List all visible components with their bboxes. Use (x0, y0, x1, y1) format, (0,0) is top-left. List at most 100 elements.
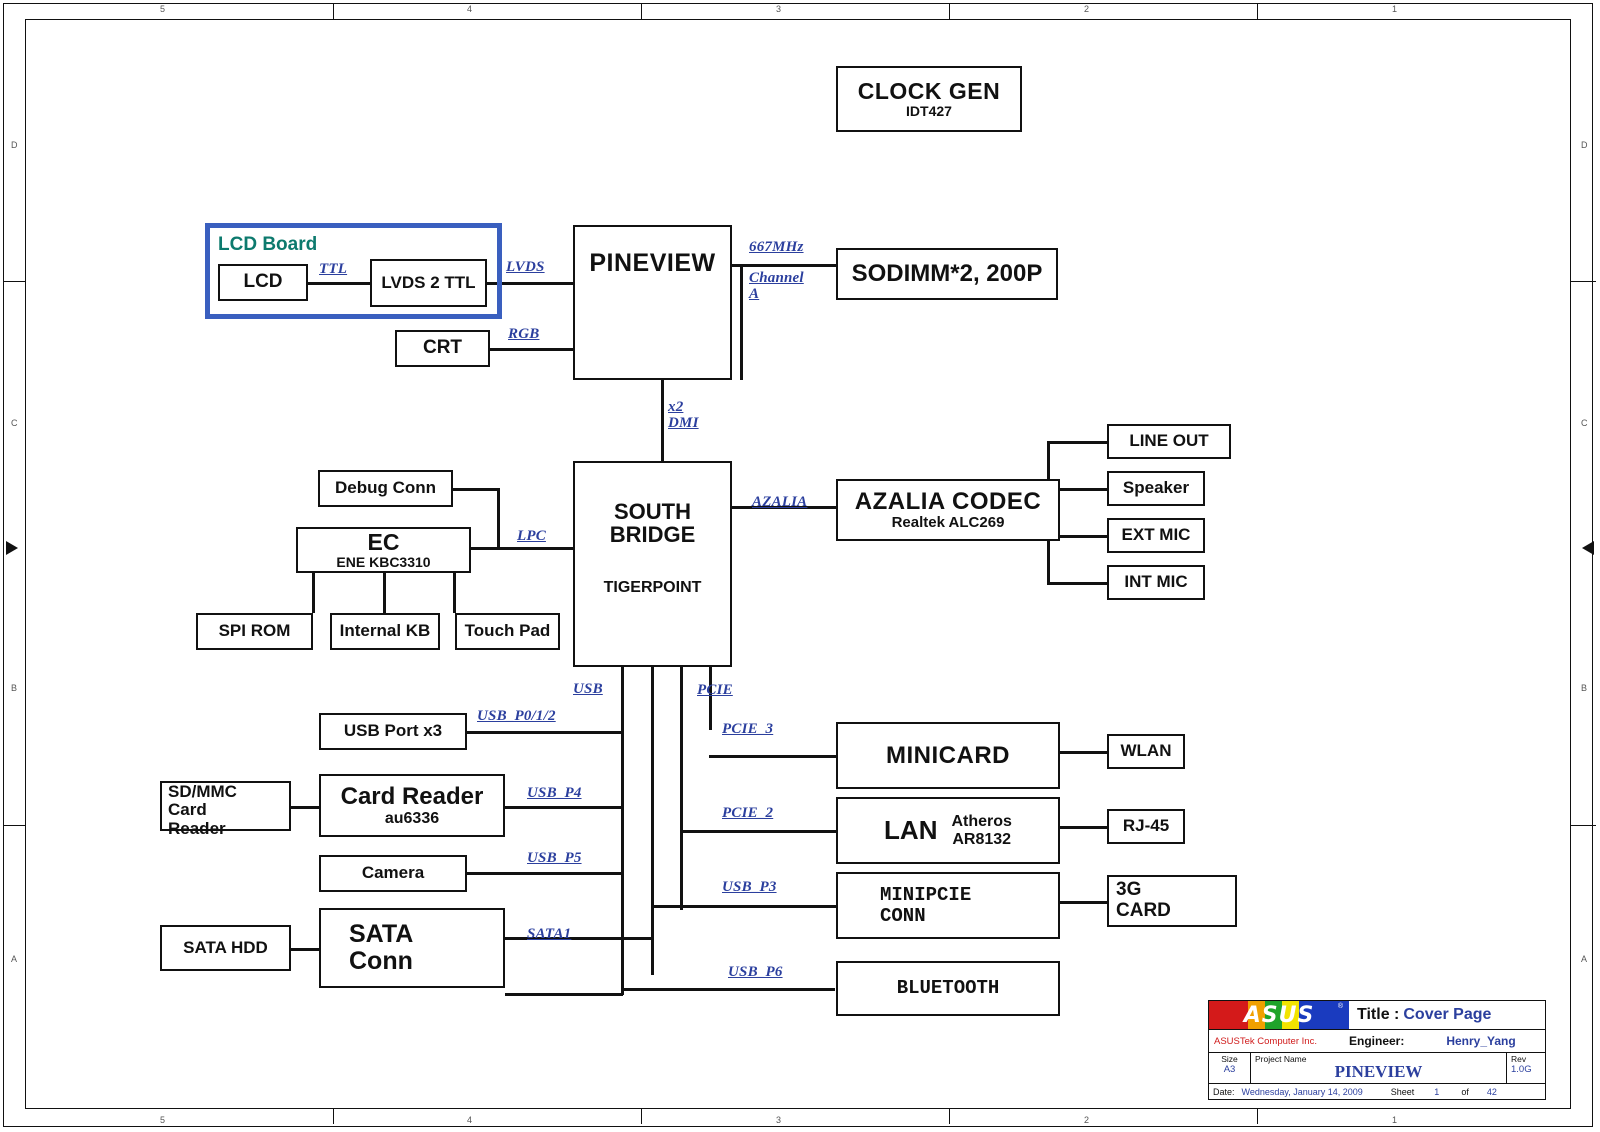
block-rj45[interactable]: RJ-45 (1107, 809, 1185, 844)
wire-pcie-bus-1 (680, 667, 683, 910)
wire-sdmmc-to-cardreader (291, 806, 319, 809)
block-sodimm[interactable]: SODIMM*2, 200P (836, 248, 1058, 300)
sd-mmc-line2: Card (168, 800, 207, 820)
sd-mmc-line3: Reader (168, 818, 226, 838)
zone-right-a: A (1581, 954, 1588, 964)
sheet-caption: Sheet (1390, 1087, 1415, 1097)
ruler-tick-top-1 (333, 4, 334, 19)
signal-usb-p4: USB_P4 (527, 785, 582, 801)
wire-cardreader-to-bus (505, 806, 623, 809)
ruler-tick-bottom-2 (641, 1109, 642, 1124)
block-internal-kb[interactable]: Internal KB (330, 613, 440, 650)
sheet-total: 42 (1486, 1087, 1497, 1097)
clock-gen-part: IDT427 (906, 102, 952, 119)
signal-sata1: SATA1 (527, 926, 572, 942)
block-card-reader[interactable]: Card Reader au6336 (319, 774, 505, 837)
azalia-codec-part: Realtek ALC269 (891, 513, 1005, 531)
block-speaker[interactable]: Speaker (1107, 471, 1205, 506)
wire-usb-bus-2 (651, 667, 654, 975)
lan-vendor: Atheros (951, 813, 1012, 831)
title-block-row-project: Size A3 Project Name PINEVIEW Rev 1.0G (1209, 1053, 1545, 1084)
lan-title: LAN (884, 815, 938, 846)
rj45-title: RJ-45 (1122, 816, 1170, 836)
block-crt[interactable]: CRT (395, 330, 490, 367)
block-azalia-codec[interactable]: AZALIA CODEC Realtek ALC269 (836, 479, 1060, 541)
block-sata-hdd[interactable]: SATA HDD (160, 925, 291, 971)
block-wlan[interactable]: WLAN (1107, 734, 1185, 769)
int-mic-title: INT MIC (1124, 572, 1188, 592)
block-lcd[interactable]: LCD (218, 264, 308, 301)
block-bluetooth[interactable]: BLUETOOTH (836, 961, 1060, 1016)
zone-tick-left-2 (3, 825, 26, 826)
block-3g-card[interactable]: 3G CARD (1107, 875, 1237, 927)
project-field: Project Name PINEVIEW (1251, 1053, 1507, 1083)
block-lvds-2-ttl[interactable]: LVDS 2 TTL (370, 259, 487, 307)
size-caption: Size (1221, 1054, 1238, 1064)
date-caption: Date: (1213, 1087, 1235, 1097)
ruler-tick-top-4 (1257, 4, 1258, 19)
zone-left-c: C (11, 418, 18, 428)
sata-hdd-title: SATA HDD (183, 937, 268, 957)
minipcie-line1: MINIPCIE (880, 883, 972, 906)
ec-title: EC (367, 529, 400, 556)
block-sd-mmc-card-reader[interactable]: SD/MMC Card Reader (160, 781, 291, 838)
size-field: Size A3 (1209, 1053, 1251, 1083)
block-lan[interactable]: LAN Atheros AR8132 (836, 797, 1060, 864)
wire-debugconn-h (453, 488, 499, 491)
block-south-bridge[interactable]: SOUTH BRIDGE TIGERPOINT (573, 461, 732, 667)
block-pineview[interactable]: PINEVIEW (573, 225, 732, 380)
wire-sataconn-bottom-to-bus (505, 993, 623, 996)
block-spi-rom[interactable]: SPI ROM (196, 613, 313, 650)
wire-ec-to-southbridge (470, 547, 573, 550)
ruler-tick-top-2 (641, 4, 642, 19)
pineview-title: PINEVIEW (589, 249, 716, 277)
ruler-bottom-5: 5 (160, 1115, 166, 1125)
block-debug-conn[interactable]: Debug Conn (318, 470, 453, 507)
zone-left-b: B (11, 683, 18, 693)
ruler-top-4: 4 (467, 4, 473, 14)
wire-usb-bus-1 (621, 667, 624, 995)
internal-kb-title: Internal KB (339, 621, 431, 641)
zone-right-c: C (1581, 418, 1588, 428)
signal-rgb: RGB (508, 326, 540, 342)
ruler-tick-bottom-3 (949, 1109, 950, 1124)
spi-rom-title: SPI ROM (218, 621, 291, 641)
block-int-mic[interactable]: INT MIC (1107, 565, 1205, 600)
block-touch-pad[interactable]: Touch Pad (455, 613, 560, 650)
signal-usb-p5: USB_P5 (527, 850, 582, 866)
title-label: Title : (1357, 1006, 1400, 1023)
sheet-number: 1 (1434, 1087, 1440, 1097)
minicard-title: MINICARD (886, 741, 1010, 769)
block-camera[interactable]: Camera (319, 855, 467, 892)
wire-minipcie-to-3gcard (1060, 901, 1107, 904)
asus-logo-registered-icon: ® (1337, 1003, 1343, 1010)
wire-lan-to-rj45 (1060, 826, 1107, 829)
block-ext-mic[interactable]: EXT MIC (1107, 518, 1205, 553)
wire-usbp6-to-bluetooth (621, 988, 835, 991)
block-minicard[interactable]: MINICARD (836, 722, 1060, 789)
block-ec[interactable]: EC ENE KBC3310 (296, 527, 471, 573)
wire-azalia-to-lineout (1047, 441, 1109, 444)
zone-left-d: D (11, 140, 18, 150)
signal-pcie-2: PCIE_2 (722, 805, 774, 821)
wire-usbp3-to-minipcie (651, 905, 836, 908)
signal-lpc: LPC (517, 528, 546, 544)
card-3g-line1: 3G (1116, 879, 1142, 901)
block-line-out[interactable]: LINE OUT (1107, 424, 1231, 459)
ruler-top-5: 5 (160, 4, 166, 14)
block-minipcie-conn[interactable]: MINIPCIE CONN (836, 872, 1060, 939)
signal-x2-dmi: x2 DMI (668, 399, 699, 431)
ruler-tick-bottom-4 (1257, 1109, 1258, 1124)
signal-pcie: PCIE (697, 682, 733, 698)
camera-title: Camera (361, 863, 425, 883)
azalia-codec-title: AZALIA CODEC (854, 487, 1042, 515)
signal-ttl: TTL (319, 261, 348, 277)
zone-right-b: B (1581, 683, 1588, 693)
block-sata-conn[interactable]: SATA Conn (319, 908, 505, 988)
line-out-title: LINE OUT (1129, 431, 1209, 451)
ruler-top-2: 2 (1084, 4, 1090, 14)
block-usb-port-x3[interactable]: USB Port x3 (319, 713, 467, 750)
block-clock-gen[interactable]: CLOCK GEN IDT427 (836, 66, 1022, 132)
ruler-bottom-3: 3 (776, 1115, 782, 1125)
signal-lvds: LVDS (506, 259, 545, 275)
